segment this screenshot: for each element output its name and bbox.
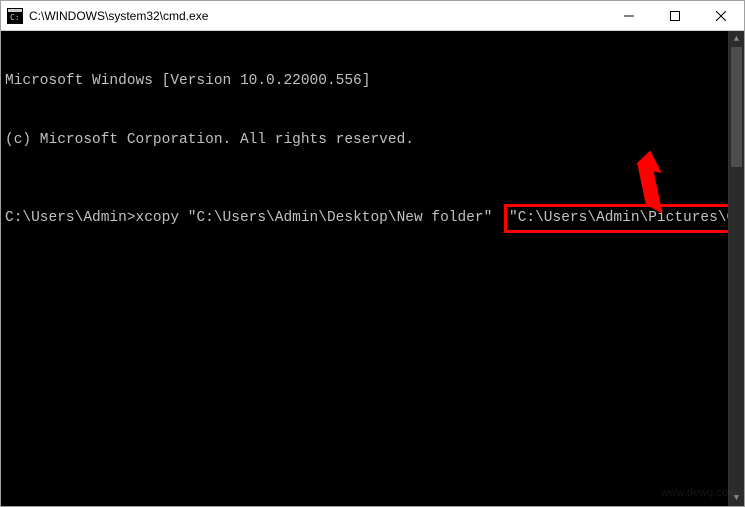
prompt-text: C:\Users\Admin> (5, 209, 136, 229)
watermark-text: www.dewq.com (661, 487, 737, 499)
command-text: xcopy "C:\Users\Admin\Desktop\New folder… (136, 209, 501, 229)
highlighted-dest-path: "C:\Users\Admin\Pictures\Copy" (504, 204, 744, 234)
window-title: C:\WINDOWS\system32\cmd.exe (29, 9, 606, 23)
svg-text:C:: C: (10, 13, 20, 22)
terminal-area[interactable]: Microsoft Windows [Version 10.0.22000.55… (1, 31, 744, 506)
command-line: C:\Users\Admin>xcopy "C:\Users\Admin\Des… (5, 204, 740, 234)
scroll-up-arrow-icon[interactable]: ▲ (729, 31, 744, 47)
scroll-thumb[interactable] (731, 47, 742, 167)
maximize-button[interactable] (652, 1, 698, 30)
cmd-window: C: C:\WINDOWS\system32\cmd.exe Microsoft… (0, 0, 745, 507)
close-button[interactable] (698, 1, 744, 30)
copyright-line: (c) Microsoft Corporation. All rights re… (5, 131, 740, 151)
titlebar[interactable]: C: C:\WINDOWS\system32\cmd.exe (1, 1, 744, 31)
vertical-scrollbar[interactable]: ▲ ▼ (728, 31, 744, 506)
window-controls (606, 1, 744, 30)
minimize-button[interactable] (606, 1, 652, 30)
cmd-icon: C: (7, 8, 23, 24)
version-line: Microsoft Windows [Version 10.0.22000.55… (5, 72, 740, 92)
